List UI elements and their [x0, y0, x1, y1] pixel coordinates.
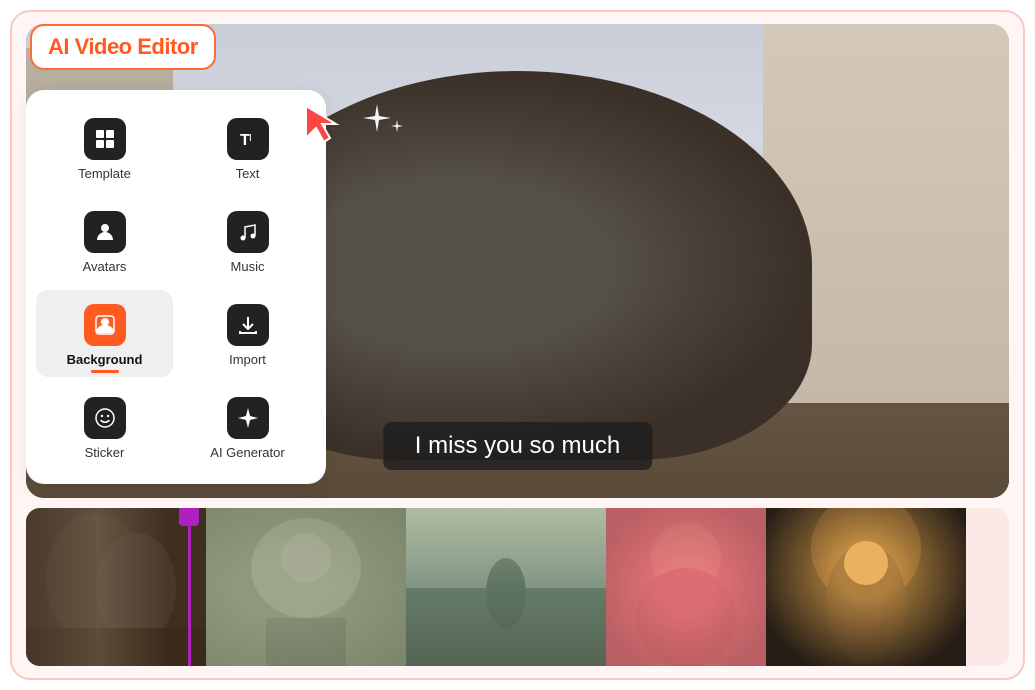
text-icon: T I: [227, 118, 269, 160]
sidebar-item-avatars[interactable]: Avatars: [36, 197, 173, 284]
cursor-pointer: [302, 102, 342, 147]
timeline-clip-3[interactable]: [406, 508, 606, 666]
ai-generator-icon: [227, 397, 269, 439]
avatars-icon: [84, 211, 126, 253]
timeline-playhead[interactable]: [188, 508, 191, 666]
template-icon: [84, 118, 126, 160]
timeline-clip-5[interactable]: [766, 508, 966, 666]
avatars-label: Avatars: [83, 259, 127, 274]
sidebar-item-text[interactable]: T I Text: [179, 104, 316, 191]
text-label: Text: [236, 166, 260, 181]
sparkles: [357, 102, 412, 162]
sidebar-item-background[interactable]: Background: [36, 290, 173, 377]
sidebar-item-ai-generator[interactable]: AI Generator: [179, 383, 316, 470]
svg-text:I: I: [249, 133, 252, 144]
import-label: Import: [229, 352, 266, 367]
template-label: Template: [78, 166, 131, 181]
sidebar-panel: Template T I Text Avatars: [26, 90, 326, 484]
timeline-clip-2[interactable]: [206, 508, 406, 666]
active-indicator: [91, 370, 119, 373]
timeline-clip-4[interactable]: [606, 508, 766, 666]
sticker-label: Sticker: [85, 445, 125, 460]
timeline-clip-1[interactable]: [26, 508, 206, 666]
background-icon: [84, 304, 126, 346]
sidebar-item-import[interactable]: Import: [179, 290, 316, 377]
sidebar-item-sticker[interactable]: Sticker: [36, 383, 173, 470]
sticker-icon: [84, 397, 126, 439]
app-container: AI Video Editor Template: [10, 10, 1025, 680]
ai-generator-label: AI Generator: [210, 445, 284, 460]
background-label: Background: [67, 352, 143, 367]
sidebar-item-template[interactable]: Template: [36, 104, 173, 191]
music-icon: [227, 211, 269, 253]
import-icon: [227, 304, 269, 346]
sidebar-item-music[interactable]: Music: [179, 197, 316, 284]
playhead-marker: [179, 508, 199, 526]
app-title: AI Video Editor: [30, 24, 216, 70]
timeline-area: [26, 508, 1009, 666]
timeline-clips: [26, 508, 1009, 666]
subtitle-bar: I miss you so much: [383, 422, 652, 470]
music-label: Music: [231, 259, 265, 274]
